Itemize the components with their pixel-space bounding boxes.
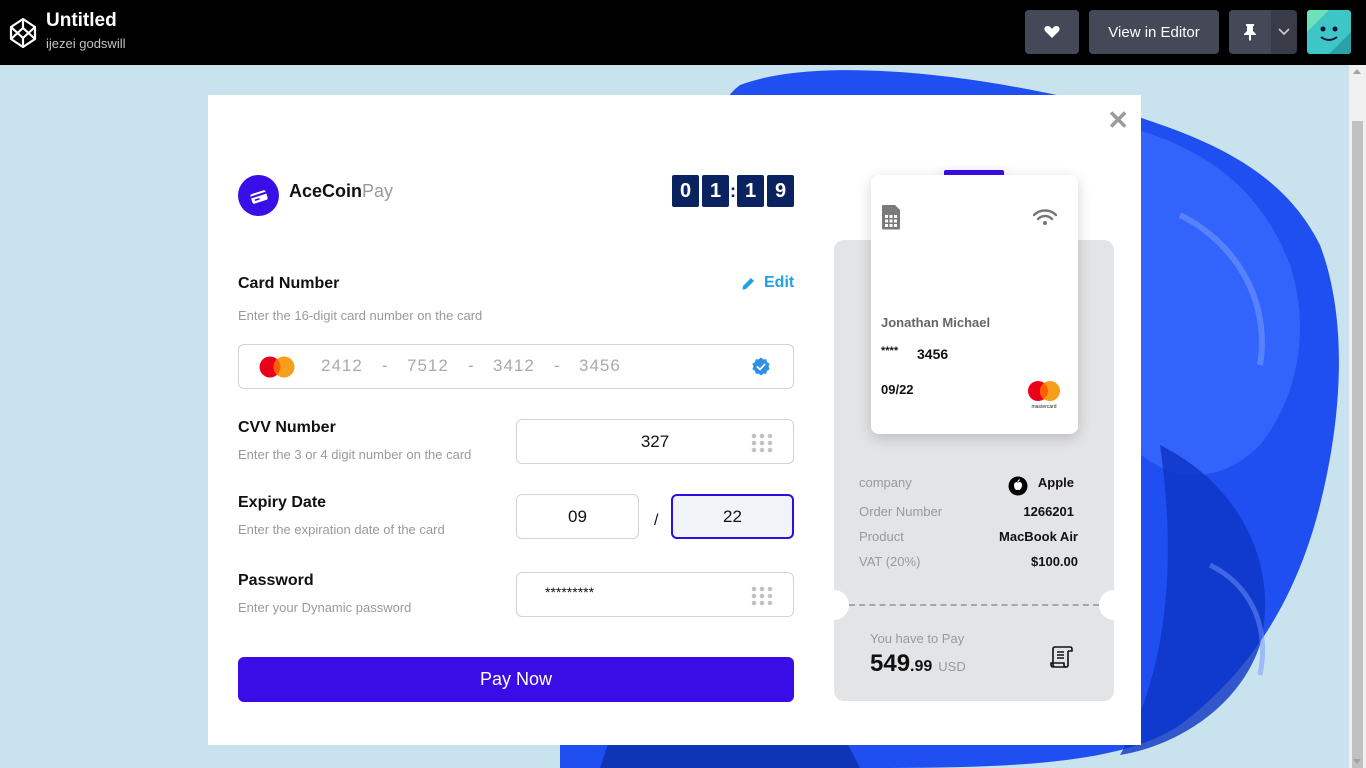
vat-label: VAT (20%) [859,554,921,569]
like-button[interactable] [1025,10,1079,54]
brand-logo [238,175,279,216]
cvv-hint: Enter the 3 or 4 digit number on the car… [238,447,472,462]
card-segment: 7512 [407,356,449,375]
mastercard-wordmark: mastercard [1031,404,1056,410]
card-dash: - [382,356,388,375]
verified-badge-icon [752,357,770,376]
cardholder-name: Jonathan Michael [881,315,991,330]
company-value: Apple [1037,475,1074,490]
password-value: ********* [545,583,595,600]
sim-chip-icon [882,205,900,230]
brand-name-light: Pay [362,181,394,201]
view-in-editor-button[interactable]: View in Editor [1089,10,1219,54]
amount-cents: .99 [910,658,933,675]
pin-icon [1244,24,1256,41]
timer-digit: 0 [672,175,699,207]
card-segment: 3456 [579,356,621,375]
amount-main: 549 [870,650,911,677]
card-last-four: 3456 [917,346,949,362]
timer-digit: 1 [702,175,729,207]
heart-icon [1044,26,1060,38]
card-expiry: 09/22 [881,382,914,397]
timer-digit: 1 [737,175,764,207]
scroll-up-arrow-icon[interactable] [1353,69,1361,74]
expiry-label: Expiry Date [238,494,327,511]
order-number-label: Order Number [859,504,943,519]
ticket-notch [1099,590,1129,620]
apple-logo-icon [1008,476,1028,496]
expiry-year-input[interactable]: 22 [671,494,794,539]
card-segment: 3412 [493,356,535,375]
amount-due-label: You have to Pay [870,631,965,646]
user-avatar[interactable] [1307,10,1351,54]
wifi-icon [1032,209,1058,225]
mastercard-logo-icon: mastercard [1028,381,1060,410]
card-number-label: Card Number [238,275,340,292]
payment-modal: ✕ AceCoinPay 0 1 : 1 9 Card Number Enter… [208,95,1141,745]
product-label: Product [859,529,904,544]
countdown-timer: 0 1 : 1 9 [672,175,794,207]
expiry-month-input[interactable]: 09 [516,494,639,539]
pen-author[interactable]: ijezei godswill [46,36,125,51]
card-segment: 2412 [321,356,363,375]
expiry-separator: / [654,512,659,529]
password-label: Password [238,572,314,589]
password-hint: Enter your Dynamic password [238,600,412,615]
ticket-divider [849,604,1099,606]
close-icon[interactable]: ✕ [1107,105,1129,136]
product-value: MacBook Air [999,529,1078,544]
pay-now-button[interactable]: Pay Now [238,657,794,702]
mastercard-icon [259,356,295,378]
order-number-value: 1266201 [1023,504,1074,519]
credit-card-icon [249,189,268,204]
pin-button[interactable] [1229,10,1271,54]
card-dash: - [468,356,474,375]
scroll-thumb[interactable] [1352,121,1363,768]
cvv-label: CVV Number [238,419,336,436]
keypad-icon[interactable] [751,433,773,453]
company-label: company [859,475,912,490]
chevron-down-icon [1278,28,1290,36]
timer-colon: : [730,180,736,201]
codepen-logo-icon[interactable] [8,16,38,50]
ticket-notch [819,590,849,620]
brand-name-bold: AceCoin [289,181,363,201]
pen-title[interactable]: Untitled [46,10,117,32]
amount-due: 549.99 USD [870,650,966,678]
credit-card-preview: Jonathan Michael **** 3456 09/22 masterc… [871,175,1078,434]
codepen-header: Untitled ijezei godswill View in Editor [0,0,1366,65]
card-dash: - [554,356,560,375]
card-number-input[interactable]: 2412 - 7512 - 3412 - 3456 [238,344,794,389]
receipt-icon [1050,646,1073,668]
timer-digit: 9 [767,175,794,207]
cvv-value: 327 [640,431,670,451]
expiry-hint: Enter the expiration date of the card [238,522,445,537]
edit-label: Edit [764,274,795,291]
keypad-icon[interactable] [751,586,773,606]
brand-name: AceCoinPay [289,181,393,202]
pin-menu-button[interactable] [1271,10,1297,54]
page-scrollbar[interactable] [1349,65,1366,768]
vat-value: $100.00 [1031,554,1078,569]
password-input[interactable]: ********* [516,572,794,617]
pencil-icon [742,277,754,289]
card-number-hint: Enter the 16-digit card number on the ca… [238,308,483,323]
scroll-down-arrow-icon[interactable] [1353,759,1361,764]
cvv-input[interactable]: 327 [516,419,794,464]
card-masked-digits: **** [881,345,899,357]
currency-label: USD [938,659,966,674]
edit-card-link[interactable]: Edit [741,274,794,292]
